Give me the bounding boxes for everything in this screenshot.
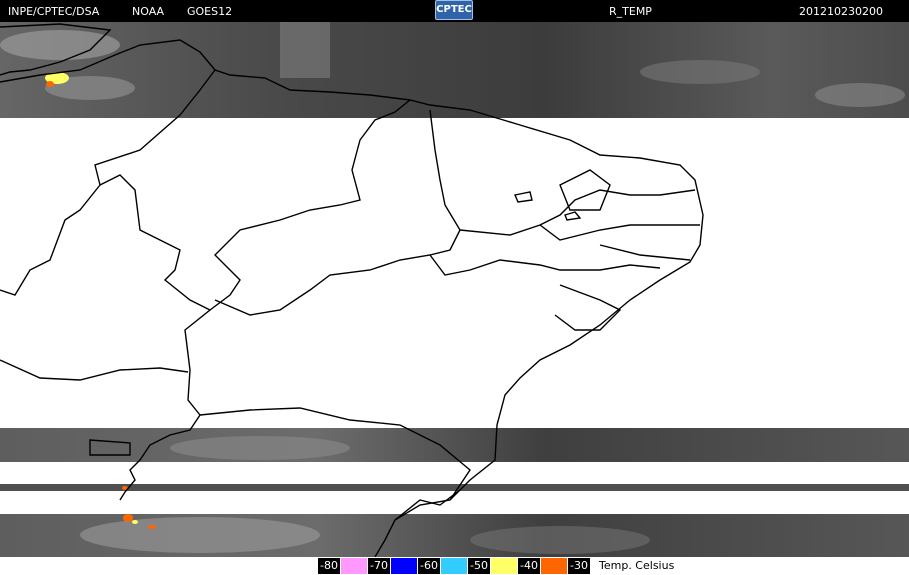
legend-swatch	[491, 558, 517, 574]
cold-cloud-top	[123, 514, 133, 522]
agency-label: NOAA	[132, 5, 165, 18]
legend-swatch	[391, 558, 417, 574]
legend-label: -60	[418, 558, 440, 574]
ir-band-2	[0, 484, 909, 491]
satellite-label: GOES12	[187, 5, 233, 18]
satellite-map	[0, 22, 909, 557]
legend-swatch	[441, 558, 467, 574]
legend-label: -80	[318, 558, 340, 574]
legend-label: -40	[518, 558, 540, 574]
legend-swatch	[541, 558, 567, 574]
legend-label: -70	[368, 558, 390, 574]
product-label: R_TEMP	[609, 5, 652, 18]
source-label: INPE/CPTEC/DSA	[8, 5, 100, 18]
ir-band-top	[0, 22, 909, 118]
legend-swatch	[341, 558, 367, 574]
cptec-logo: CPTEC	[435, 0, 473, 20]
temperature-legend: -80 -70 -60 -50 -40 -30 Temp. Celsius	[0, 557, 909, 575]
header-bar: INPE/CPTEC/DSA NOAA GOES12 CPTEC R_TEMP …	[0, 0, 909, 22]
legend-caption: Temp. Celsius	[599, 559, 675, 572]
legend-label: -30	[568, 558, 590, 574]
legend-label: -50	[468, 558, 490, 574]
timestamp-label: 201210230200	[799, 5, 883, 18]
